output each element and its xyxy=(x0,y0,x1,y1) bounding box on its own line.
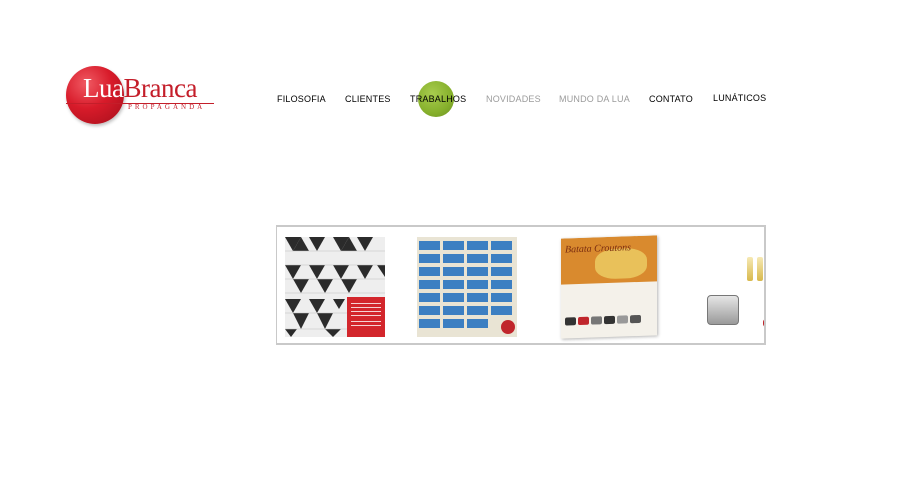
portfolio-gallery: Batata Croutons xyxy=(276,225,766,345)
nav-item-lunaticos[interactable]: LUNÁTICOS xyxy=(713,93,766,103)
thumbnail-toaster[interactable] xyxy=(689,237,764,337)
toaster-icon xyxy=(707,295,739,325)
main-nav: FILOSOFIA CLIENTES TRABALHOS NOVIDADES M… xyxy=(0,0,907,130)
nav-item-clientes[interactable]: CLIENTES xyxy=(345,94,391,104)
nav-item-mundo-da-lua[interactable]: MUNDO DA LUA xyxy=(559,94,630,104)
nav-item-novidades[interactable]: NOVIDADES xyxy=(486,94,541,104)
ad-title: Batata Croutons xyxy=(565,242,632,256)
thumbnail-croutons-ad[interactable]: Batata Croutons xyxy=(561,235,657,339)
croutons-ad-image: Batata Croutons xyxy=(561,235,657,326)
seal-icon xyxy=(501,320,515,334)
nav-item-contato[interactable]: CONTATO xyxy=(649,94,693,104)
nav-item-trabalhos[interactable]: TRABALHOS xyxy=(410,94,466,104)
thumbnail-blue-grid[interactable] xyxy=(417,237,517,337)
product-row xyxy=(565,310,645,326)
thumbnail-pavement[interactable] xyxy=(285,237,385,337)
red-text-panel xyxy=(347,297,385,337)
nav-item-filosofia[interactable]: FILOSOFIA xyxy=(277,94,326,104)
